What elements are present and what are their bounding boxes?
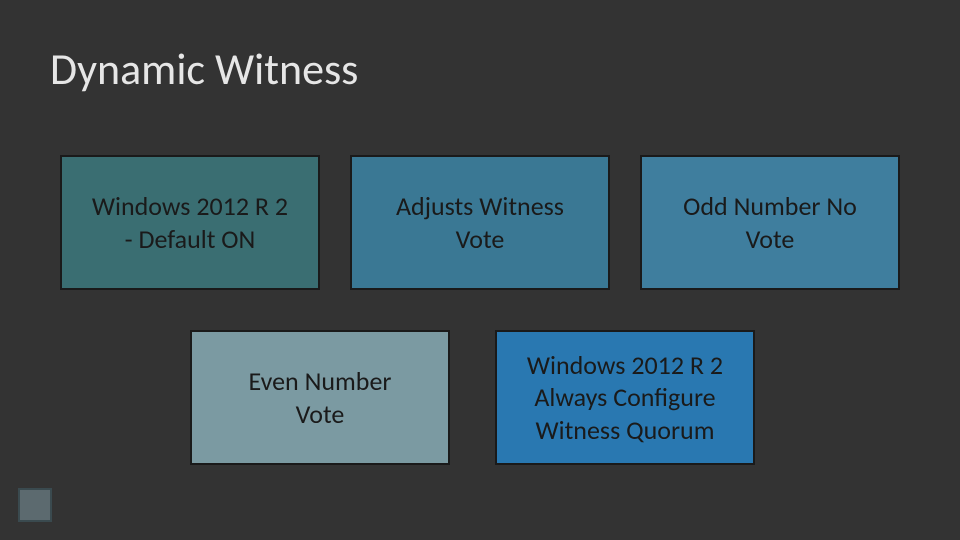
box-even-number-vote: Even Number Vote [190,330,450,465]
box-windows-default-on: Windows 2012 R 2 - Default ON [60,155,320,290]
box-adjusts-witness-vote: Adjusts Witness Vote [350,155,610,290]
box-line: Even Number [249,365,392,398]
box-line: Always Configure [534,381,715,414]
logo-icon [18,488,52,522]
box-line: Vote [296,398,345,431]
box-line: Odd Number No [683,190,857,223]
box-odd-number-no-vote: Odd Number No Vote [640,155,900,290]
box-line: Vote [746,223,795,256]
box-line: Witness Quorum [536,414,715,447]
box-line: Windows 2012 R 2 [527,349,723,382]
box-line: Adjusts Witness [396,190,564,223]
box-always-configure-witness-quorum: Windows 2012 R 2 Always Configure Witnes… [495,330,755,465]
box-line: Windows 2012 R 2 [92,190,288,223]
box-line: Vote [456,223,505,256]
slide-title: Dynamic Witness [50,42,358,96]
box-line: - Default ON [125,223,256,256]
